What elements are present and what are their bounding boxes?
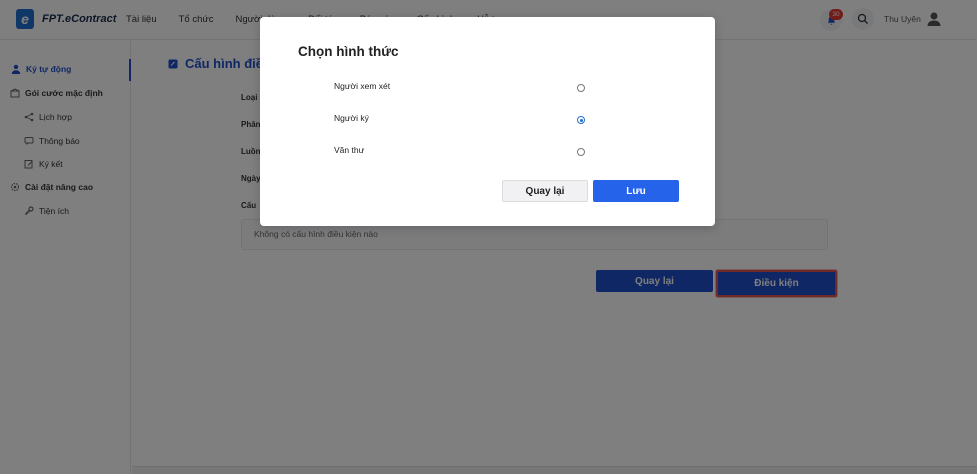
dialog-save-button[interactable]: Lưu	[593, 180, 679, 202]
option-label-clerk: Văn thư	[334, 145, 365, 155]
radio-reviewer[interactable]	[577, 84, 585, 92]
radio-clerk[interactable]	[577, 148, 585, 156]
select-role-dialog: Chọn hình thức Người xem xét Người ký Vă…	[260, 17, 715, 226]
option-label-signer: Người ký	[334, 113, 369, 123]
radio-signer[interactable]	[577, 116, 585, 124]
dialog-title: Chọn hình thức	[298, 44, 399, 59]
option-label-reviewer: Người xem xét	[334, 81, 391, 91]
dialog-back-button[interactable]: Quay lại	[502, 180, 588, 202]
